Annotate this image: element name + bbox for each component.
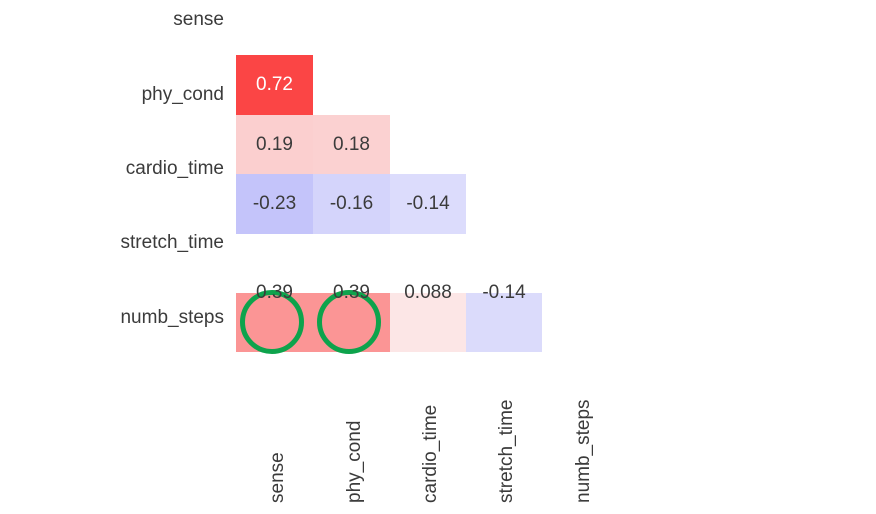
cell-value: -0.14 bbox=[406, 193, 450, 214]
column-label-numb-steps: numb_steps bbox=[573, 399, 594, 503]
heatmap-cell-numb-steps-sense: 0.39 bbox=[236, 234, 313, 352]
heatmap-cell-numb-steps-phy-cond: 0.39 bbox=[313, 234, 390, 352]
cell-value: 0.72 bbox=[256, 74, 293, 95]
heatmap-cell-numb-steps-stretch-time: -0.14 bbox=[466, 234, 542, 352]
row-label-phy-cond: phy_cond bbox=[141, 84, 224, 105]
heatmap-cell-numb-steps-cardio-time: 0.088 bbox=[390, 234, 466, 352]
heatmap-cell-phy-cond-sense: 0.72 bbox=[236, 55, 313, 115]
heatmap-cell-stretch-time-sense: -0.23 bbox=[236, 174, 313, 234]
cell-value: 0.39 bbox=[333, 282, 370, 303]
cell-value: -0.16 bbox=[329, 193, 374, 214]
cell-value: -0.14 bbox=[482, 282, 526, 303]
heatmap-cell-cardio-time-phy-cond: 0.18 bbox=[313, 115, 390, 174]
column-label-sense: sense bbox=[267, 452, 288, 503]
cell-value: 0.39 bbox=[256, 282, 293, 303]
column-label-phy-cond: phy_cond bbox=[344, 420, 365, 503]
row-label-numb-steps: numb_steps bbox=[120, 307, 224, 328]
row-label-cardio-time: cardio_time bbox=[125, 158, 224, 179]
cell-value: 0.088 bbox=[404, 282, 452, 303]
column-label-stretch-time: stretch_time bbox=[496, 399, 517, 503]
cell-value: 0.18 bbox=[333, 133, 370, 155]
heatmap-cell-stretch-time-cardio-time: -0.14 bbox=[390, 174, 466, 234]
cell-value: 0.19 bbox=[256, 133, 293, 155]
heatmap-cell-cardio-time-sense: 0.19 bbox=[236, 115, 313, 174]
cell-value: -0.23 bbox=[252, 193, 297, 214]
row-label-stretch-time: stretch_time bbox=[120, 232, 224, 253]
row-label-sense: sense bbox=[173, 9, 224, 30]
heatmap-cell-stretch-time-phy-cond: -0.16 bbox=[313, 174, 390, 234]
column-label-cardio-time: cardio_time bbox=[420, 404, 441, 503]
correlation-heatmap-figure: sense phy_cond cardio_time stretch_time … bbox=[0, 0, 876, 514]
